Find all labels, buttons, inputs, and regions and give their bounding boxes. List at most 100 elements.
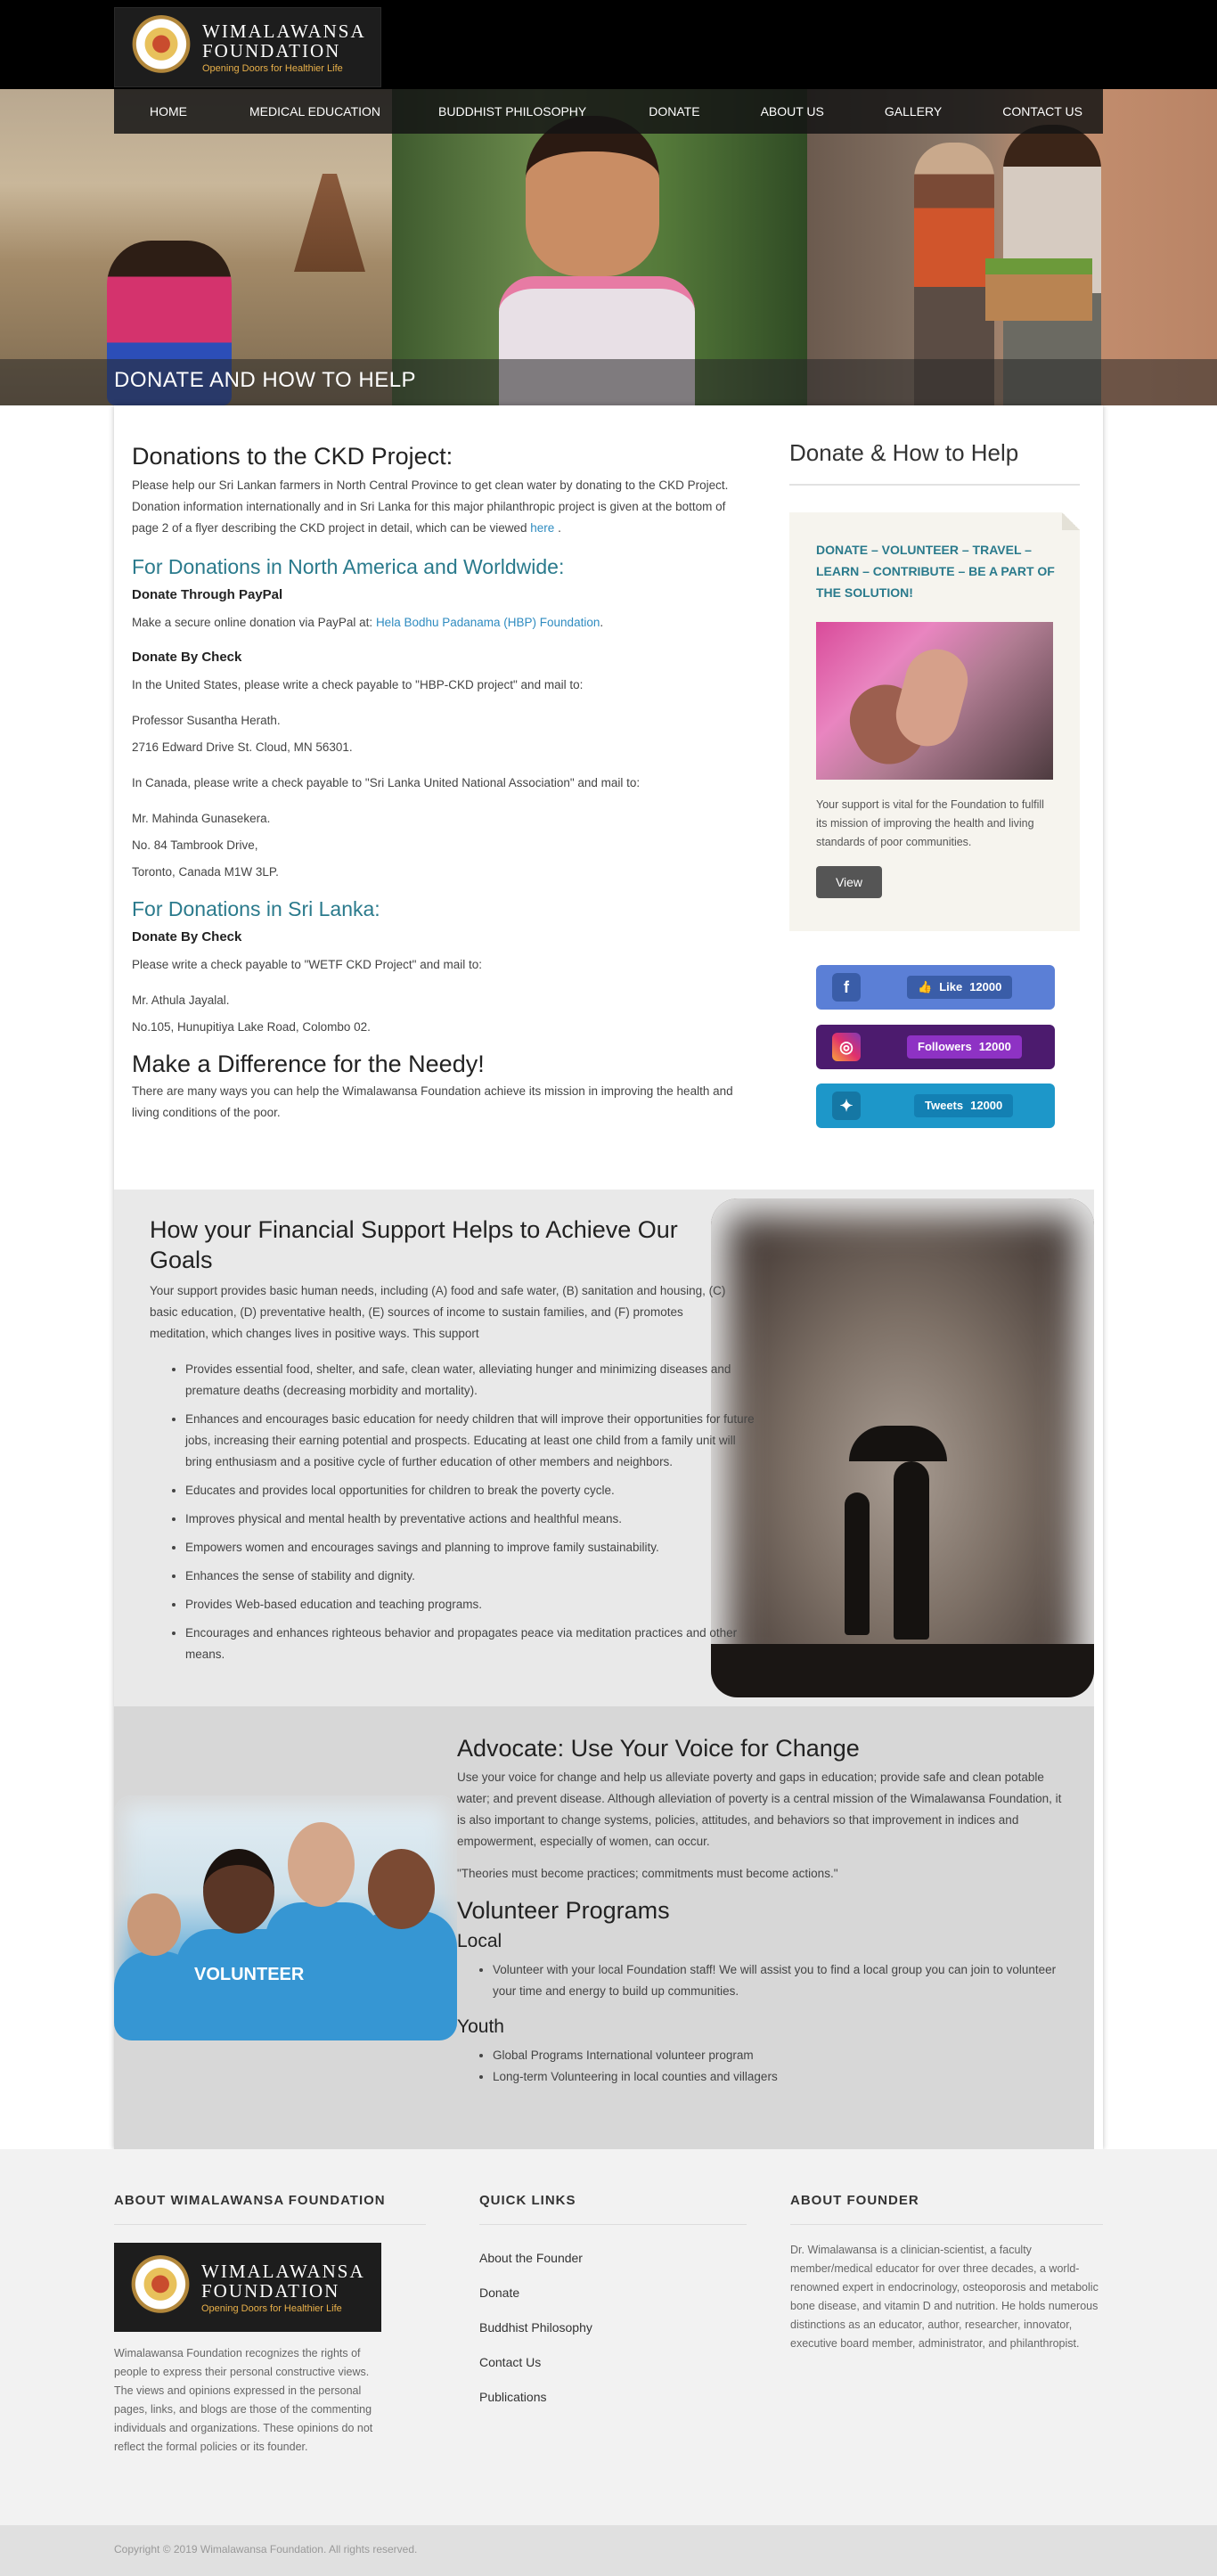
list-item: Long-term Volunteering in local counties… [493, 2066, 1063, 2088]
list-item: Empowers women and encourages savings an… [185, 1537, 756, 1558]
nav-item-buddhist-philosophy[interactable]: BUDDHIST PHILOSOPHY [438, 104, 586, 119]
ca-address-line3: Toronto, Canada M1W 3LP. [132, 865, 279, 879]
view-button[interactable]: View [816, 866, 882, 898]
volunteer-programs-heading: Volunteer Programs [457, 1897, 670, 1924]
paypal-heading: Donate Through PayPal [132, 587, 283, 602]
sl-address-line1: Mr. Athula Jayalal. [132, 994, 230, 1007]
logo-name-line1: WIMALAWANSA [202, 20, 366, 42]
volunteers-photo: VOLUNTEER [114, 1795, 457, 2040]
footer-founder-text: Dr. Wimalawansa is a clinician-scientist… [790, 2244, 1099, 2350]
us-check-paragraph: In the United States, please write a che… [132, 678, 584, 691]
help-card-image [816, 622, 1053, 780]
financial-support-section: How your Financial Support Helps to Achi… [114, 1190, 1094, 1706]
lotus-emblem-icon [129, 15, 193, 79]
local-list: Volunteer with your local Foundation sta… [457, 1959, 1063, 2002]
us-address-line1: Professor Susantha Herath. [132, 714, 281, 727]
financial-support-intro: Your support provides basic human needs,… [150, 1284, 726, 1340]
footer-about-column: ABOUT WIMALAWANSA FOUNDATION WIMALAWANSA… [114, 2192, 426, 2457]
youth-heading: Youth [457, 2016, 504, 2037]
footer-link-contact-us[interactable]: Contact Us [479, 2345, 747, 2380]
footer-founder-heading: ABOUT FOUNDER [790, 2193, 919, 2208]
logo-text: WIMALAWANSA FOUNDATION Opening Doors for… [202, 21, 366, 74]
local-heading: Local [457, 1931, 502, 1951]
instagram-followers-button[interactable]: Followers 12000 [907, 1035, 1022, 1059]
financial-support-heading: How your Financial Support Helps to Achi… [150, 1216, 678, 1273]
check-heading: Donate By Check [132, 650, 242, 665]
ca-address-line2: No. 84 Tambrook Drive, [132, 838, 258, 852]
us-address-line2: 2716 Edward Drive St. Cloud, MN 56301. [132, 740, 353, 754]
content-area: Donations to the CKD Project: Please hel… [114, 405, 1103, 2149]
instagram-icon: ◎ [832, 1033, 861, 1061]
twitter-tweets-button[interactable]: Tweets 12000 [914, 1094, 1014, 1117]
twitter-icon: ✦ [832, 1092, 861, 1120]
twitter-tweets-widget[interactable]: ✦ Tweets 12000 [816, 1084, 1055, 1128]
thumbs-up-icon: 👍 [918, 980, 933, 994]
list-item: Provides Web-based education and teachin… [185, 1594, 756, 1615]
folded-corner [1062, 512, 1080, 530]
paypal-paragraph: Make a secure online donation via PayPal… [132, 616, 604, 629]
quick-links: About the Founder Donate Buddhist Philos… [479, 2241, 747, 2415]
footer-link-buddhist-philosophy[interactable]: Buddhist Philosophy [479, 2310, 747, 2345]
copyright-text: Copyright © 2019 Wimalawansa Foundation.… [114, 2543, 418, 2556]
footer-logo[interactable]: WIMALAWANSA FOUNDATION Opening Doors for… [114, 2243, 381, 2332]
list-item: Volunteer with your local Foundation sta… [493, 1959, 1063, 2002]
footer-link-donate[interactable]: Donate [479, 2276, 747, 2310]
ca-address-line1: Mr. Mahinda Gunasekera. [132, 812, 271, 825]
list-item: Enhances the sense of stability and dign… [185, 1566, 756, 1587]
sl-address-line2: No.105, Hunupitiya Lake Road, Colombo 02… [132, 1020, 371, 1034]
sl-donations-heading: For Donations in Sri Lanka: [132, 897, 380, 920]
footer-links-heading: QUICK LINKS [479, 2193, 576, 2208]
footer-links-column: QUICK LINKS About the Founder Donate Bud… [479, 2192, 747, 2415]
facebook-icon: f [832, 973, 861, 1002]
list-item: Provides essential food, shelter, and sa… [185, 1359, 756, 1402]
help-card: DONATE – VOLUNTEER – TRAVEL – LEARN – CO… [789, 512, 1080, 931]
main-nav: HOME MEDICAL EDUCATION BUDDHIST PHILOSOP… [114, 89, 1103, 134]
help-card-text: Your support is vital for the Foundation… [816, 798, 1044, 848]
sidebar-title: Donate & How to Help [789, 439, 1019, 466]
nav-item-gallery[interactable]: GALLERY [885, 104, 942, 119]
financial-support-text: How your Financial Support Helps to Achi… [150, 1214, 755, 1672]
help-card-title: DONATE – VOLUNTEER – TRAVEL – LEARN – CO… [816, 543, 1055, 600]
list-item: Enhances and encourages basic education … [185, 1409, 756, 1473]
ca-check-paragraph: In Canada, please write a check payable … [132, 776, 641, 789]
facebook-like-widget[interactable]: f 👍 Like 12000 [816, 965, 1055, 1010]
top-header: WIMALAWANSA FOUNDATION Opening Doors for… [0, 0, 1217, 89]
list-item: Improves physical and mental health by p… [185, 1509, 756, 1530]
sl-check-paragraph: Please write a check payable to "WETF CK… [132, 958, 482, 971]
list-item: Educates and provides local opportunitie… [185, 1480, 756, 1501]
hero-banner: DONATE AND HOW TO HELP [0, 89, 1217, 405]
nav-item-home[interactable]: HOME [150, 104, 187, 119]
footer-link-about-founder[interactable]: About the Founder [479, 2241, 747, 2276]
youth-list: Global Programs International volunteer … [457, 2045, 1063, 2088]
main-column: Donations to the CKD Project: Please hel… [132, 405, 756, 1124]
na-donations-heading: For Donations in North America and World… [132, 555, 565, 578]
advocate-text: Advocate: Use Your Voice for Change Use … [457, 1733, 1063, 2088]
ckd-flyer-link[interactable]: here [530, 521, 554, 535]
footer-link-publications[interactable]: Publications [479, 2380, 747, 2415]
sidebar-divider [789, 484, 1080, 486]
nav-item-medical-education[interactable]: MEDICAL EDUCATION [249, 104, 380, 119]
ckd-paragraph: Please help our Sri Lankan farmers in No… [132, 478, 729, 535]
instagram-follow-widget[interactable]: ◎ Followers 12000 [816, 1025, 1055, 1069]
paypal-foundation-link[interactable]: Hela Bodhu Padanama (HBP) Foundation [376, 616, 600, 629]
difference-heading: Make a Difference for the Needy! [132, 1051, 485, 1077]
facebook-like-button[interactable]: 👍 Like 12000 [907, 976, 1013, 999]
hero-photo-smiling-girl [392, 89, 807, 405]
nav-item-donate[interactable]: DONATE [649, 104, 699, 119]
footer-about-heading: ABOUT WIMALAWANSA FOUNDATION [114, 2193, 386, 2208]
logo-tagline: Opening Doors for Healthier Life [202, 62, 343, 74]
umbrella-silhouette-image [711, 1198, 1094, 1697]
advocate-heading: Advocate: Use Your Voice for Change [457, 1735, 860, 1762]
difference-paragraph: There are many ways you can help the Wim… [132, 1084, 733, 1119]
footer: ABOUT WIMALAWANSA FOUNDATION WIMALAWANSA… [0, 2149, 1217, 2525]
nav-item-contact-us[interactable]: CONTACT US [1002, 104, 1082, 119]
copyright-bar: Copyright © 2019 Wimalawansa Foundation.… [0, 2525, 1217, 2576]
hero-photo-girl-pagoda [0, 89, 392, 405]
footer-about-text: Wimalawansa Foundation recognizes the ri… [114, 2347, 373, 2453]
nav-item-about-us[interactable]: ABOUT US [761, 104, 824, 119]
ckd-heading: Donations to the CKD Project: [132, 443, 453, 470]
hero-photo-family [807, 89, 1217, 405]
page-title: DONATE AND HOW TO HELP [114, 368, 417, 392]
site-logo[interactable]: WIMALAWANSA FOUNDATION Opening Doors for… [114, 7, 381, 87]
logo-name-line2: FOUNDATION [202, 39, 341, 61]
